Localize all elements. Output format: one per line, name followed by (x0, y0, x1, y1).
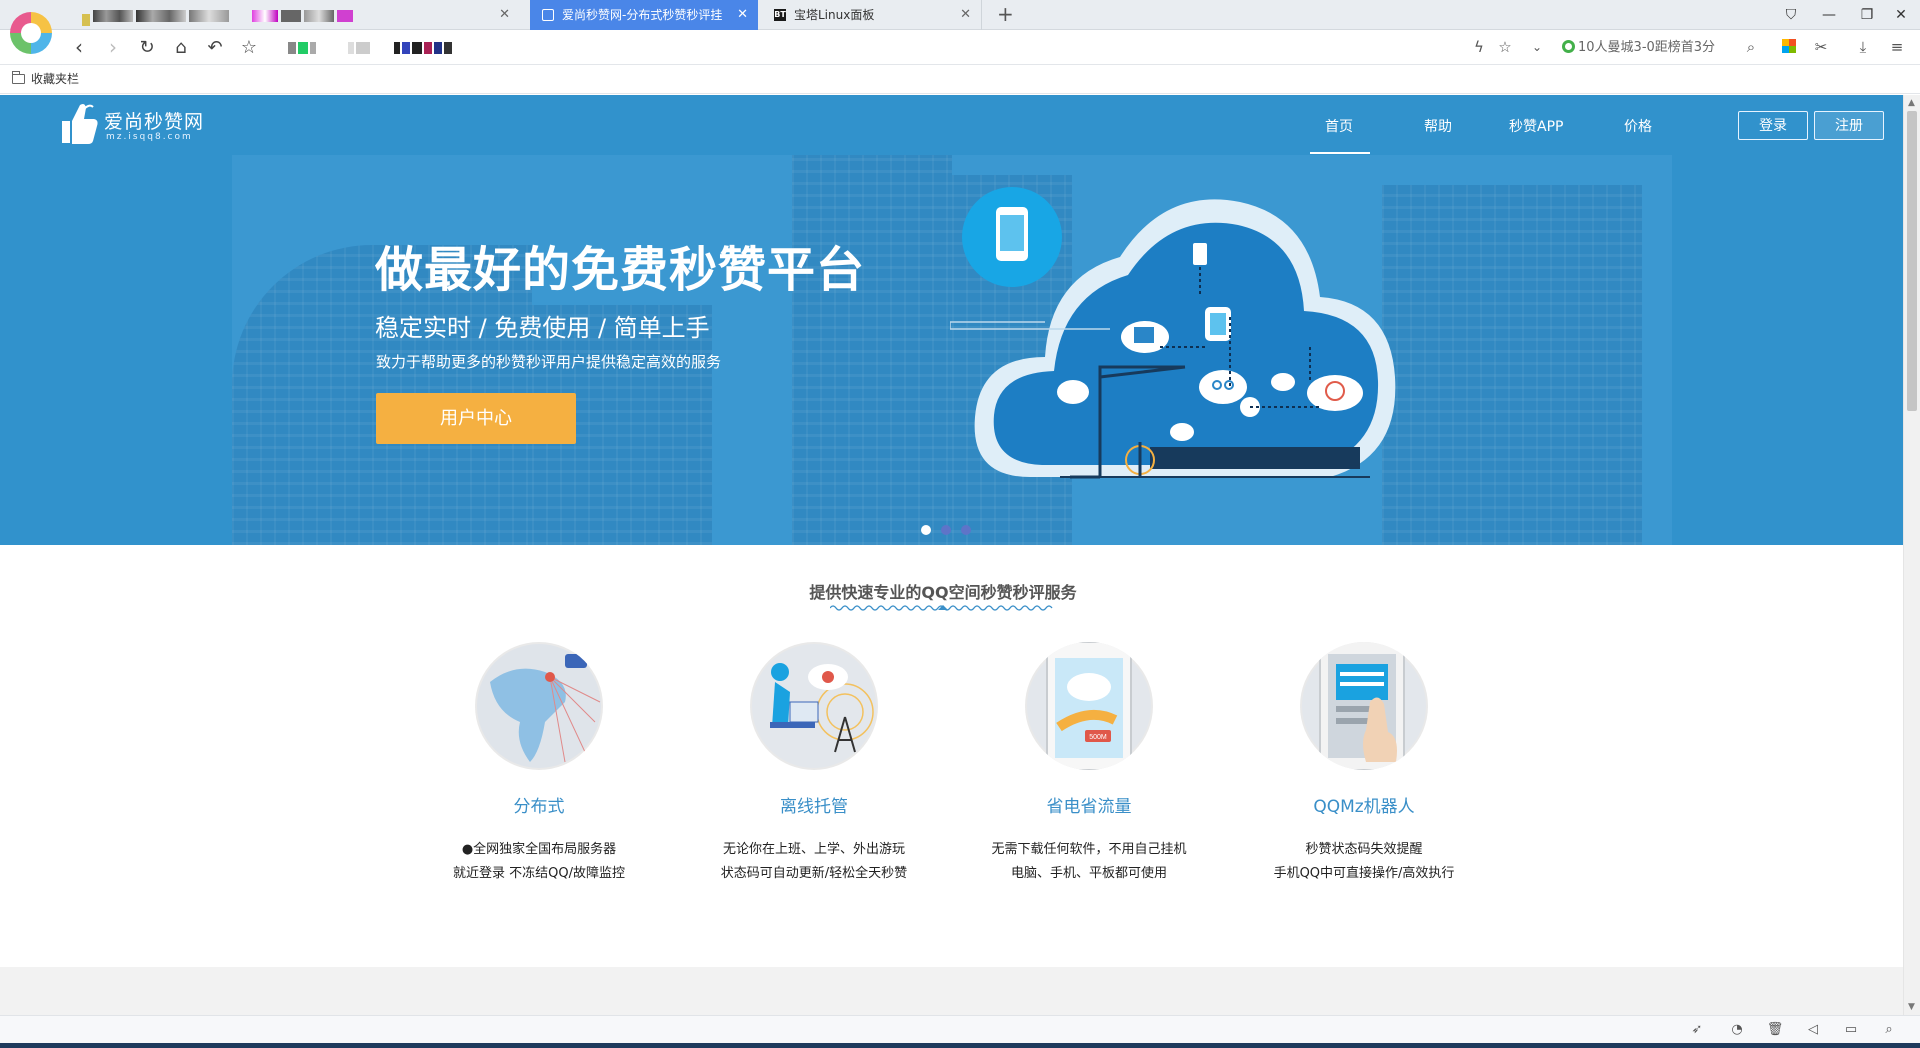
download-icon[interactable]: ⤓ (1850, 30, 1876, 65)
browser-toolbar: ‹ › ↻ ⌂ ↶ ☆ ϟ ☆ ⌄ 10人曼城3-0距榜首3分 ⌕ ✂ ⤓ ≡ (0, 30, 1920, 65)
browser-tab-bt[interactable]: BT 宝塔Linux面板 ✕ (762, 0, 982, 30)
browser-status-bar: ➶ ◔ 🗑 ◁ ▭ ⌕ (0, 1015, 1920, 1043)
hero-subtitle: 稳定实时 / 免费使用 / 简单上手 (375, 314, 710, 342)
feature-title: 离线托管 (780, 797, 848, 817)
bookmarks-folder[interactable]: 收藏夹栏 (31, 65, 79, 94)
nav-active-indicator (1310, 152, 1370, 154)
close-icon[interactable]: ✕ (960, 0, 971, 30)
feature-power-saving: 500M 省电省流量 无需下载任何软件，不用自己挂机 电脑、手机、平板都可使用 (949, 642, 1229, 902)
lightning-icon[interactable]: ϟ (1466, 30, 1492, 65)
site-domain: mz.isqq8.com (106, 132, 193, 142)
scissors-icon[interactable]: ✂ (1808, 30, 1834, 65)
page-viewport: 爱尚秒赞网 mz.isqq8.com 首页 帮助 秒赞APP 价格 登录 注册 … (0, 95, 1903, 1015)
browser-tab-active[interactable]: 爱尚秒赞网-分布式秒赞秒评挂 ✕ (530, 0, 758, 30)
scroll-down-icon[interactable]: ▼ (1908, 1002, 1915, 1012)
restore-icon[interactable]: ❐ (1848, 0, 1886, 30)
site-navbar: 爱尚秒赞网 mz.isqq8.com 首页 帮助 秒赞APP 价格 登录 注册 (0, 95, 1903, 155)
feature-line-2: 手机QQ中可直接操作/高效执行 (1273, 866, 1455, 881)
browser-tab-blurred[interactable]: ✕ (70, 0, 520, 30)
carousel-dot-1[interactable] (921, 525, 931, 535)
phone-cloud-icon: 500M (1025, 642, 1153, 770)
apps-grid-icon[interactable] (1776, 30, 1802, 65)
window-icon[interactable]: ▭ (1836, 1016, 1866, 1044)
wave-divider-icon (830, 605, 1053, 611)
user-center-button[interactable]: 用户中心 (376, 393, 576, 444)
scroll-up-icon[interactable]: ▲ (1908, 98, 1915, 108)
feature-line-1: 无需下载任何软件，不用自己挂机 (991, 842, 1187, 857)
new-tab-button[interactable]: + (997, 0, 1014, 28)
feature-line-1: 无论你在上班、上学、外出游玩 (722, 842, 905, 857)
register-button[interactable]: 注册 (1814, 111, 1884, 140)
news-ticker[interactable]: 10人曼城3-0距榜首3分 (1562, 30, 1715, 65)
browser-tab-bar: ✕ 爱尚秒赞网-分布式秒赞秒评挂 ✕ BT 宝塔Linux面板 ✕ + ⛉ — … (0, 0, 1920, 30)
feature-line-1: ●全网独家全国布局服务器 (461, 842, 617, 857)
trash-icon[interactable]: 🗑 (1760, 1016, 1790, 1044)
news-ticker-text: 10人曼城3-0距榜首3分 (1578, 40, 1716, 55)
hero-banner: 爱尚秒赞网 mz.isqq8.com 首页 帮助 秒赞APP 价格 登录 注册 … (0, 95, 1903, 545)
os-taskbar (0, 1043, 1920, 1048)
footer-band (0, 967, 1903, 1015)
feature-line-2: 就近登录 不冻结QQ/故障监控 (453, 866, 625, 881)
feature-line-2: 电脑、手机、平板都可使用 (1010, 866, 1167, 881)
bookmarks-bar: 收藏夹栏 (0, 65, 1920, 94)
globe-map-icon (475, 642, 603, 770)
accelerator-icon[interactable]: ◔ (1722, 1016, 1752, 1044)
feature-offline-hosting: 离线托管 无论你在上班、上学、外出游玩 状态码可自动更新/轻松全天秒赞 (674, 642, 954, 902)
nav-app[interactable]: 秒赞APP (1509, 116, 1563, 136)
reload-icon[interactable]: ↻ (132, 30, 162, 65)
close-icon[interactable]: ✕ (499, 0, 510, 30)
rocket-icon[interactable]: ➶ (1682, 1016, 1712, 1044)
hero-title: 做最好的免费秒赞平台 (375, 242, 866, 298)
back-icon[interactable]: ‹ (64, 30, 94, 65)
robot-phone-icon (1300, 642, 1428, 770)
feature-title: QQMz机器人 (1313, 797, 1415, 817)
site-logo-text[interactable]: 爱尚秒赞网 (104, 107, 204, 134)
tab-title: 爱尚秒赞网-分布式秒赞秒评挂 (562, 8, 723, 22)
home-icon[interactable]: ⌂ (166, 30, 196, 65)
chevron-down-icon[interactable]: ⌄ (1524, 30, 1550, 65)
address-bar[interactable] (288, 42, 454, 54)
scroll-thumb[interactable] (1907, 111, 1917, 411)
carousel-indicators (921, 525, 991, 537)
thumbs-up-logo-icon[interactable] (56, 99, 100, 147)
offline-hosting-icon (750, 642, 878, 770)
favorite-star-icon[interactable]: ☆ (1492, 30, 1518, 65)
search-engine-icon (1562, 40, 1575, 53)
feature-title: 省电省流量 (1046, 797, 1132, 817)
search-icon[interactable]: ⌕ (1738, 30, 1764, 65)
page-favicon-icon (542, 9, 554, 21)
flame-bullet-icon: ● (461, 842, 474, 857)
tab-title: 宝塔Linux面板 (794, 8, 875, 22)
feature-line-1: 秒赞状态码失效提醒 (1305, 842, 1423, 857)
close-window-icon[interactable]: ✕ (1882, 0, 1920, 30)
login-button[interactable]: 登录 (1738, 111, 1808, 140)
shirt-skin-icon[interactable]: ⛉ (1772, 0, 1810, 30)
star-icon[interactable]: ☆ (234, 30, 264, 65)
volume-icon[interactable]: ◁ (1798, 1016, 1828, 1044)
nav-price[interactable]: 价格 (1624, 116, 1652, 136)
page-scrollbar[interactable]: ▲ ▼ (1903, 95, 1920, 1015)
forward-icon[interactable]: › (98, 30, 128, 65)
folder-icon (12, 71, 25, 84)
feature-distributed: 分布式 ●全网独家全国布局服务器 就近登录 不冻结QQ/故障监控 (399, 642, 679, 902)
cloud-network-illustration-icon (950, 187, 1396, 479)
menu-icon[interactable]: ≡ (1884, 30, 1910, 65)
minimize-icon[interactable]: — (1810, 0, 1848, 30)
feature-line-2: 状态码可自动更新/轻松全天秒赞 (720, 866, 908, 881)
features-title: 提供快速专业的QQ空间秒赞秒评服务 (809, 583, 1077, 602)
carousel-dot-3[interactable] (961, 525, 971, 535)
feature-title: 分布式 (513, 797, 565, 817)
feature-qqmz-robot: QQMz机器人 秒赞状态码失效提醒 手机QQ中可直接操作/高效执行 (1224, 642, 1504, 902)
hero-description: 致力于帮助更多的秒赞秒评用户提供稳定高效的服务 (376, 353, 722, 371)
nav-help[interactable]: 帮助 (1424, 116, 1452, 136)
browser-logo-icon[interactable] (10, 12, 52, 54)
bt-favicon-icon: BT (774, 9, 786, 21)
svg-text:500M: 500M (1089, 734, 1107, 741)
nav-home[interactable]: 首页 (1325, 116, 1353, 136)
zoom-search-icon[interactable]: ⌕ (1874, 1016, 1904, 1044)
close-icon[interactable]: ✕ (737, 0, 748, 30)
undo-close-icon[interactable]: ↶ (200, 30, 230, 65)
carousel-dot-2[interactable] (941, 525, 951, 535)
